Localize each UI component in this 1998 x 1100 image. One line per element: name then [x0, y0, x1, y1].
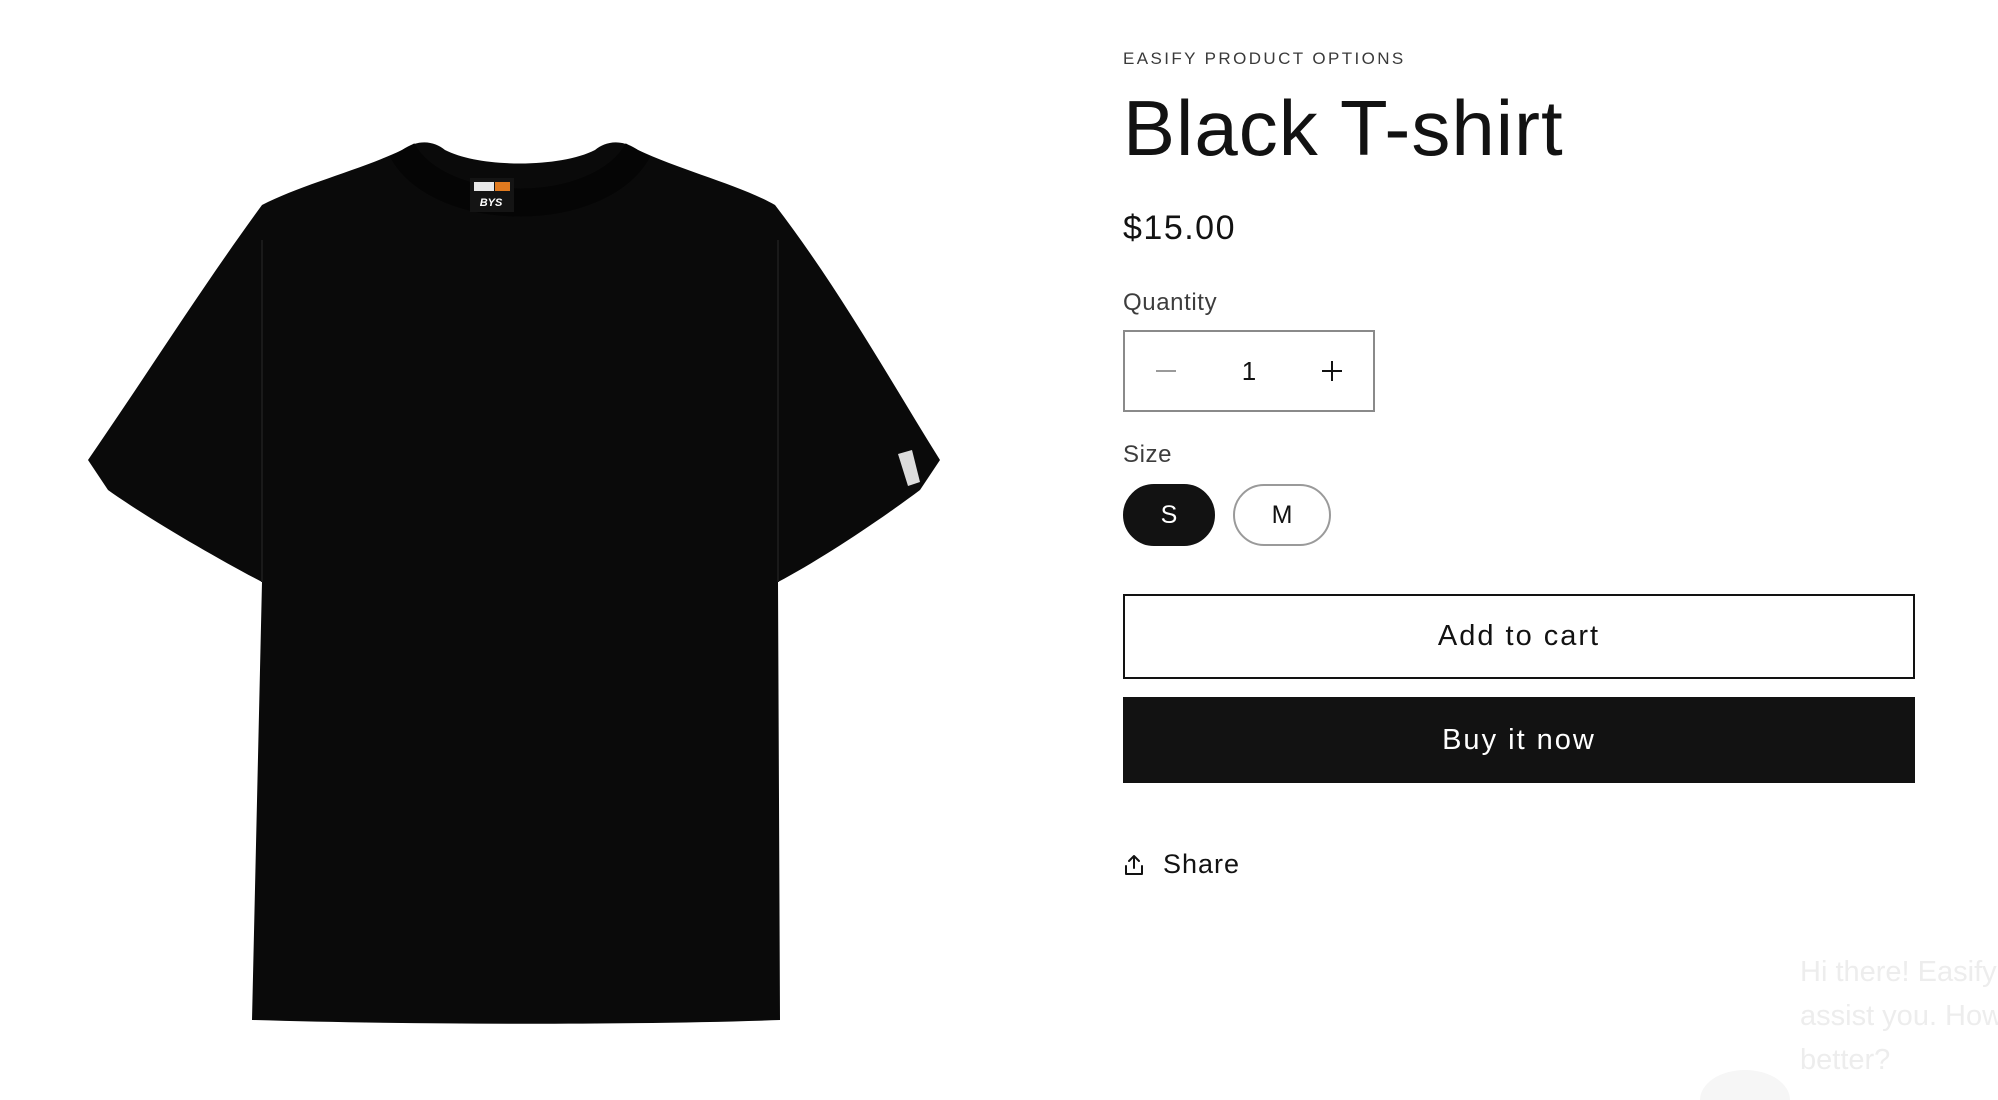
plus-icon	[1322, 361, 1342, 381]
product-vendor: EASIFY PRODUCT OPTIONS	[1123, 49, 1406, 68]
chat-line-2: assist you. How	[1800, 1000, 1998, 1032]
product-image[interactable]: BYS	[40, 120, 940, 1060]
size-option-m[interactable]: M	[1233, 484, 1331, 546]
share-label: Share	[1163, 849, 1241, 879]
chat-line-1: Hi there! Easify	[1800, 956, 1997, 988]
share-button[interactable]: Share	[1123, 849, 1253, 880]
quantity-label: Quantity	[1123, 289, 1218, 316]
share-icon	[1125, 854, 1143, 875]
product-price: $15.00	[1123, 209, 1236, 247]
chat-avatar[interactable]	[1700, 1070, 1790, 1100]
chat-greeting-bubble[interactable]: Hi there! Easify assist you. How better?	[1800, 950, 1998, 1082]
buy-now-button[interactable]: Buy it now	[1123, 697, 1915, 783]
quantity-input[interactable]: 1	[1207, 356, 1291, 387]
size-label: Size	[1123, 441, 1173, 468]
chat-line-3: better?	[1800, 1044, 1891, 1076]
add-to-cart-button[interactable]: Add to cart	[1123, 594, 1915, 679]
quantity-decrease-button[interactable]	[1125, 332, 1207, 410]
minus-icon	[1156, 370, 1176, 372]
quantity-stepper: 1	[1123, 330, 1375, 412]
tshirt-image: BYS	[88, 142, 940, 1024]
size-option-s[interactable]: S	[1123, 484, 1215, 546]
product-info: EASIFY PRODUCT OPTIONS Black T-shirt $15…	[1123, 48, 1915, 880]
tshirt-body	[88, 142, 940, 1024]
product-page: BYS EASIFY PRODUCT OPTIONS Black T-shirt…	[0, 0, 1998, 1100]
quantity-increase-button[interactable]	[1291, 332, 1373, 410]
size-options: S M	[1123, 484, 1915, 546]
neck-label-text: BYS	[480, 197, 503, 209]
product-title: Black T-shirt	[1123, 84, 1564, 172]
